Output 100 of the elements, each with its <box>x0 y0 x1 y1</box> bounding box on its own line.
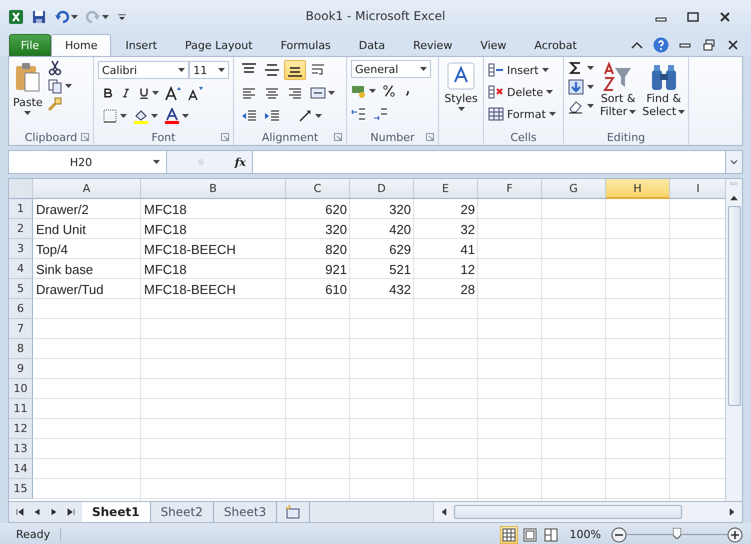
save-icon[interactable] <box>31 8 47 24</box>
table-cell-text: 620 <box>324 200 348 218</box>
undo-icon[interactable] <box>54 8 70 24</box>
paste-button[interactable]: Paste <box>13 60 43 129</box>
row-header[interactable]: 9 <box>9 359 33 379</box>
column-header[interactable]: I <box>670 179 726 199</box>
ribbon-tab[interactable]: Data <box>344 34 400 56</box>
zoom-level[interactable]: 100% <box>570 528 601 541</box>
find-select-button[interactable]: Find & Select <box>642 60 686 129</box>
undo-dropdown-icon <box>71 14 78 18</box>
row-header[interactable]: 5 <box>9 279 33 299</box>
help-icon[interactable] <box>653 37 669 53</box>
sheet-tab[interactable]: Sheet2 <box>150 502 214 522</box>
ribbon-tab[interactable]: Insert <box>111 34 172 56</box>
fill-color-icon[interactable] <box>133 108 149 124</box>
window-title: Book1 - Microsoft Excel <box>306 9 446 23</box>
percent-icon[interactable] <box>382 84 396 98</box>
ribbon-tab[interactable]: Home <box>51 34 112 56</box>
column-header[interactable]: C <box>286 179 350 199</box>
font-name-field[interactable]: Calibri <box>98 61 190 79</box>
column-header[interactable]: A <box>33 179 141 199</box>
ribbon-tab[interactable]: Page Layout <box>171 34 267 56</box>
font-size-field[interactable]: 11 <box>189 61 229 79</box>
styles-button[interactable]: Styles <box>444 60 478 129</box>
column-header[interactable]: H <box>606 179 670 199</box>
dialog-launcher-icon[interactable] <box>81 133 89 141</box>
scroll-thumb[interactable] <box>728 206 741 406</box>
row-header[interactable]: 7 <box>9 319 33 339</box>
page-layout-view-button[interactable] <box>520 526 539 544</box>
grow-font-icon[interactable] <box>165 85 181 101</box>
ribbon-tab[interactable]: Formulas <box>266 34 345 56</box>
sort-filter-button[interactable]: Sort & Filter <box>600 60 636 129</box>
row-header[interactable]: 8 <box>9 339 33 359</box>
slider-thumb[interactable] <box>673 528 681 539</box>
merge-center-icon[interactable] <box>310 85 326 101</box>
redo-dropdown-icon <box>102 14 109 18</box>
copy-icon[interactable] <box>46 78 63 94</box>
dialog-launcher-icon[interactable] <box>334 133 342 141</box>
underline-icon[interactable] <box>138 86 150 100</box>
view-icon <box>522 528 537 542</box>
row-header[interactable]: 2 <box>9 219 33 239</box>
ribbon-tab[interactable]: Acrobat <box>520 34 591 56</box>
caret-icon <box>64 84 72 88</box>
ribbon-tab[interactable]: View <box>466 34 520 56</box>
next-sheet-icon[interactable] <box>49 507 59 517</box>
row-header[interactable]: 11 <box>9 399 33 419</box>
number-format-field[interactable]: General <box>351 60 431 78</box>
zoom-in-icon[interactable] <box>727 526 743 542</box>
file-tab[interactable]: File <box>9 34 51 56</box>
format-cells-icon <box>488 106 504 122</box>
italic-icon[interactable] <box>120 86 132 100</box>
currency-icon[interactable] <box>351 83 367 99</box>
column-header[interactable]: D <box>350 179 414 199</box>
row-header[interactable]: 10 <box>9 379 33 399</box>
normal-view-button[interactable] <box>500 526 518 544</box>
row-header[interactable]: 4 <box>9 259 33 279</box>
restore-workbook-icon[interactable] <box>701 37 717 53</box>
decrease-decimal-icon[interactable] <box>373 106 389 122</box>
orientation-icon[interactable] <box>297 108 313 124</box>
ribbon-tab[interactable]: Review <box>399 34 466 56</box>
column-header[interactable]: G <box>542 179 606 199</box>
row-header[interactable]: 12 <box>9 419 33 439</box>
dialog-launcher-icon[interactable] <box>426 133 434 141</box>
zoom-out-icon[interactable] <box>611 526 627 542</box>
table-cell-text: 28 <box>460 280 476 298</box>
row-header[interactable]: 13 <box>9 439 33 459</box>
column-header[interactable]: F <box>478 179 542 199</box>
row-header[interactable]: 3 <box>9 239 33 259</box>
format-painter-icon[interactable] <box>46 96 63 112</box>
previous-sheet-icon[interactable] <box>32 507 42 517</box>
fill-down-icon[interactable] <box>568 79 584 95</box>
borders-icon[interactable] <box>102 108 118 124</box>
scroll-thumb[interactable] <box>454 505 682 519</box>
increase-decimal-icon[interactable] <box>351 106 367 122</box>
excel-logo-icon[interactable] <box>8 8 24 24</box>
bold-icon[interactable] <box>102 86 114 100</box>
cells-menu-button[interactable]: Delete <box>488 82 559 102</box>
column-header[interactable]: E <box>414 179 478 199</box>
cut-icon[interactable] <box>46 60 63 76</box>
first-sheet-icon[interactable] <box>15 507 25 517</box>
shrink-font-icon[interactable] <box>187 85 203 101</box>
page-break-view-button[interactable] <box>542 526 560 544</box>
font-color-icon[interactable] <box>164 108 180 124</box>
column-header[interactable]: B <box>141 179 286 199</box>
group-label: Editing <box>606 130 646 144</box>
row-header[interactable]: 6 <box>9 299 33 319</box>
sheet-tab[interactable]: Sheet1 <box>82 502 151 522</box>
insert-sheet-icon[interactable] <box>285 504 302 520</box>
row-header[interactable]: 14 <box>9 459 33 479</box>
row-header[interactable]: 15 <box>9 479 33 499</box>
row-header[interactable]: 1 <box>9 199 33 219</box>
last-sheet-icon[interactable] <box>66 507 76 517</box>
sheet-tab[interactable]: Sheet3 <box>214 502 278 522</box>
vertical-align-button[interactable] <box>284 60 306 80</box>
cells-menu-button[interactable]: Format <box>488 104 559 124</box>
zoom-slider[interactable] <box>627 528 727 540</box>
align-middle-icon <box>264 62 280 78</box>
caret-icon <box>546 90 554 94</box>
cells-menu-button[interactable]: Insert <box>488 60 559 80</box>
dialog-launcher-icon[interactable] <box>221 133 229 141</box>
